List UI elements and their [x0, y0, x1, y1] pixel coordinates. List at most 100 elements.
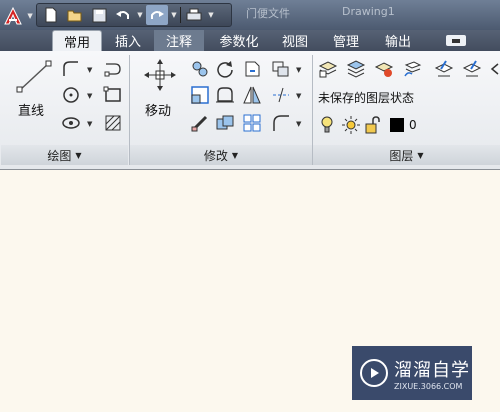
layer-previous-icon	[462, 60, 482, 77]
chevron-down-icon: ▼	[231, 150, 239, 160]
layer-states-button[interactable]	[345, 58, 367, 80]
line-button[interactable]	[14, 58, 54, 96]
hatch-icon	[105, 115, 121, 131]
circle-button[interactable]	[60, 84, 82, 106]
scale-icon	[191, 86, 209, 104]
layer-lock-toggle[interactable]	[362, 114, 384, 136]
layer-match-icon	[434, 60, 454, 77]
chevron-down-icon: ▼	[27, 11, 33, 20]
modify-panel-title: 修改	[203, 148, 228, 163]
group-button[interactable]	[241, 112, 263, 134]
draw-panel-title: 绘图	[47, 148, 72, 163]
mirror-icon	[243, 86, 261, 104]
layer-walk-icon	[404, 61, 422, 77]
color-swatch-icon	[390, 118, 404, 132]
layer-on-toggle[interactable]	[316, 114, 338, 136]
overflow-icon	[490, 63, 499, 75]
quick-access-toolbar: ▼ ▼ ▼	[36, 3, 232, 27]
join-button[interactable]	[214, 112, 236, 134]
redo-button[interactable]	[146, 5, 168, 25]
explode-button[interactable]	[270, 84, 292, 106]
tab-output[interactable]: 输出	[376, 30, 420, 51]
rectangle-icon	[103, 86, 121, 102]
unlock-icon	[365, 116, 380, 134]
line-icon	[16, 60, 52, 93]
layer-state-dropdown[interactable]: 未保存的图层状态	[318, 89, 414, 106]
title-text-secondary: Drawing1	[342, 5, 395, 18]
ellipse-dropdown-icon[interactable]: ▼	[87, 120, 92, 128]
layer-properties-button[interactable]	[317, 58, 339, 80]
redo-icon	[151, 11, 164, 19]
erase-button[interactable]	[189, 112, 211, 134]
stretch-button[interactable]	[214, 84, 236, 106]
circle-icon	[63, 87, 79, 103]
folder-icon	[67, 10, 82, 22]
tab-manage[interactable]: 管理	[322, 30, 370, 51]
open-button[interactable]	[64, 5, 86, 25]
current-layer-name[interactable]: 0	[409, 118, 417, 132]
copy-icon	[192, 61, 208, 77]
watermark-text: 溜溜自学 ZIXUE.3066.COM	[394, 356, 470, 391]
scale-button[interactable]	[189, 84, 211, 106]
move-button[interactable]	[142, 58, 178, 92]
undo-dropdown-icon[interactable]: ▼	[136, 11, 144, 19]
array-dropdown-icon[interactable]: ▼	[296, 66, 301, 74]
layer-freeze-toggle[interactable]	[340, 114, 362, 136]
chevron-down-icon: ▼	[75, 150, 82, 160]
spline-icon	[104, 63, 121, 77]
save-button[interactable]	[88, 5, 110, 25]
polyline-button[interactable]	[60, 58, 82, 80]
spline-button[interactable]	[102, 58, 124, 80]
sun-icon	[342, 116, 360, 134]
array-icon	[272, 61, 289, 77]
tab-home[interactable]: 常用	[52, 30, 102, 51]
tab-annotate[interactable]: 注释	[154, 30, 204, 51]
trim-button[interactable]	[241, 58, 263, 80]
plot-button[interactable]	[183, 5, 205, 25]
layer-more-button[interactable]	[488, 58, 500, 80]
qat-customize-icon[interactable]: ▼	[207, 11, 215, 19]
modify-panel-footer[interactable]: 修改 ▼	[130, 145, 312, 165]
new-file-icon	[45, 7, 57, 23]
erase-icon	[191, 115, 208, 132]
redo-dropdown-icon[interactable]: ▼	[170, 11, 178, 19]
trim-icon	[245, 61, 260, 77]
draw-panel-footer[interactable]: 绘图 ▼	[1, 145, 128, 165]
new-button[interactable]	[40, 5, 62, 25]
lightbulb-icon	[321, 116, 333, 133]
mirror-button[interactable]	[241, 84, 263, 106]
autocad-logo-icon	[4, 6, 22, 24]
rotate-button[interactable]	[214, 58, 236, 80]
fillet-button[interactable]	[270, 112, 292, 134]
line-label: 直线	[18, 104, 45, 119]
ribbon-tab-bar: 常用 插入 注释 参数化 视图 管理 输出	[0, 30, 500, 51]
explode-dropdown-icon[interactable]: ▼	[296, 92, 301, 100]
polyline-dropdown-icon[interactable]: ▼	[87, 66, 92, 74]
hatch-button[interactable]	[102, 112, 124, 134]
circle-dropdown-icon[interactable]: ▼	[87, 92, 92, 100]
tab-parametric[interactable]: 参数化	[210, 30, 268, 51]
layer-color-swatch[interactable]	[386, 114, 408, 136]
copy-button[interactable]	[189, 58, 211, 80]
ellipse-button[interactable]	[60, 112, 82, 134]
layer-match-button[interactable]	[433, 58, 455, 80]
title-text-primary: 门便文件	[246, 7, 290, 20]
minimize-ribbon-icon	[452, 38, 460, 43]
layers-panel-footer[interactable]: 图层 ▼	[313, 145, 500, 165]
join-icon	[216, 115, 234, 130]
title-bar: ▼ ▼ ▼ ▼ 门便文件 Drawing1	[0, 0, 500, 30]
polyline-icon	[63, 61, 78, 76]
rectangle-button[interactable]	[102, 84, 124, 106]
layer-previous-button[interactable]	[461, 58, 483, 80]
array-button[interactable]	[270, 58, 292, 80]
tab-insert[interactable]: 插入	[106, 30, 150, 51]
application-menu-button[interactable]: ▼	[2, 2, 34, 29]
layer-isolate-button[interactable]	[373, 58, 395, 80]
grid-icon	[243, 114, 261, 132]
ribbon-minimize-button[interactable]	[446, 35, 466, 46]
fillet-dropdown-icon[interactable]: ▼	[296, 120, 301, 128]
layer-walk-button[interactable]	[401, 58, 423, 80]
tab-view[interactable]: 视图	[274, 30, 316, 51]
explode-icon	[273, 87, 289, 103]
undo-button[interactable]	[112, 5, 134, 25]
